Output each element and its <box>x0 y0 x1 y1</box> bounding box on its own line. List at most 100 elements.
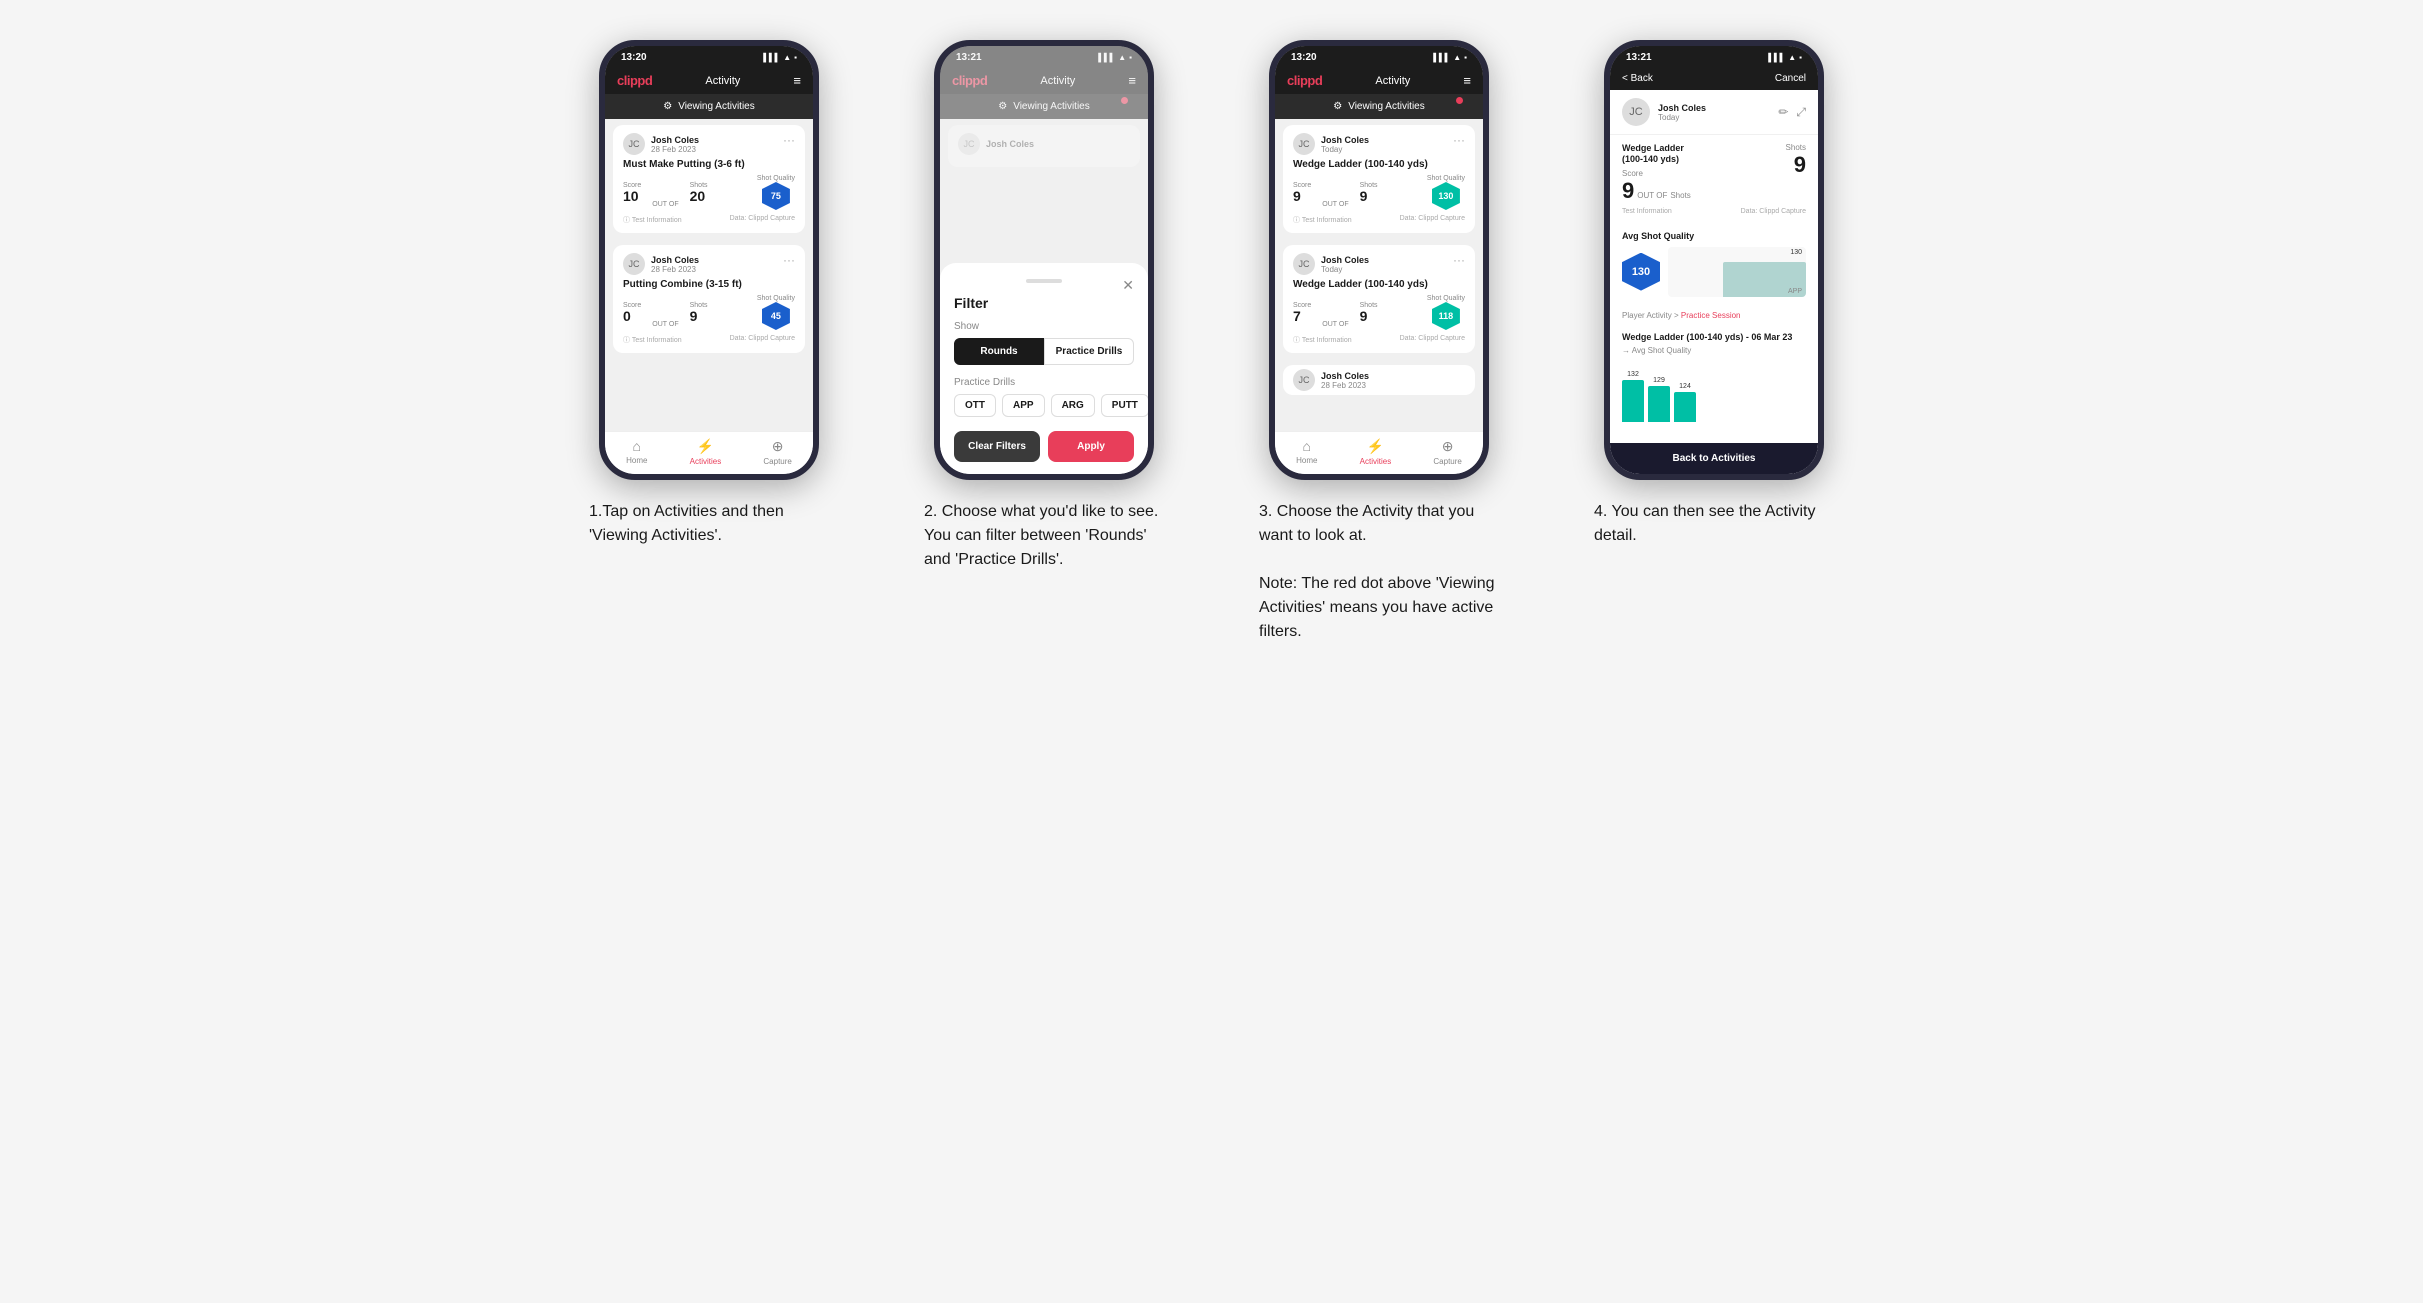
viewing-bar-3[interactable]: ⚙ Viewing Activities <box>1275 94 1483 119</box>
bar-val-2: 129 <box>1653 377 1665 384</box>
viewing-bar-1[interactable]: ⚙ Viewing Activities <box>605 94 813 119</box>
arg-button[interactable]: ARG <box>1051 394 1095 417</box>
status-bar-3: 13:20 ▌▌▌ ▲ ▪ <box>1275 46 1483 67</box>
avatar-3b: JC <box>1293 253 1315 275</box>
viewing-label-1: Viewing Activities <box>678 101 755 112</box>
modal-close-button[interactable]: ✕ <box>1122 277 1134 294</box>
shots-value-2: 9 <box>690 309 708 323</box>
score-value-2: 0 <box>623 309 641 323</box>
stats-row-2: Score 0 OUT OF Shots 9 Shot Quality 45 <box>623 295 795 330</box>
practice-drills-toggle[interactable]: Practice Drills <box>1044 338 1134 365</box>
activities-icon-1: ⚡ <box>697 438 714 455</box>
user-info-3c: JC Josh Coles 28 Feb 2023 <box>1293 369 1369 391</box>
ott-button[interactable]: OTT <box>954 394 996 417</box>
cancel-button[interactable]: Cancel <box>1775 73 1806 84</box>
clear-filters-button[interactable]: Clear Filters <box>954 431 1040 462</box>
player-activity-label: Player Activity > Practice Session <box>1622 311 1806 320</box>
stat-score-3b: Score 7 <box>1293 302 1311 323</box>
detail-action-icons: ✏ ⤢ <box>1778 105 1806 120</box>
hamburger-menu-3[interactable]: ≡ <box>1463 73 1471 88</box>
nav-capture-3[interactable]: ⊕ Capture <box>1433 438 1461 466</box>
modal-handle <box>1026 279 1062 283</box>
filter-icon-3: ⚙ <box>1333 101 1342 112</box>
status-time-1: 13:20 <box>621 52 647 63</box>
edit-icon[interactable]: ✏ <box>1778 105 1788 120</box>
nav-activities-3[interactable]: ⚡ Activities <box>1360 438 1392 466</box>
card-header-1: JC Josh Coles 28 Feb 2023 ··· <box>623 133 795 155</box>
detail-shots-label: Shots <box>1670 191 1690 200</box>
activity-card-1[interactable]: JC Josh Coles 28 Feb 2023 ··· Must Make … <box>613 125 805 233</box>
app-title-3: Activity <box>1375 75 1410 87</box>
activities-label-3: Activities <box>1360 457 1392 466</box>
out-of-1: OUT OF <box>652 201 678 210</box>
more-dots-3a[interactable]: ··· <box>1453 133 1465 147</box>
detail-user-info: JC Josh Coles Today <box>1622 98 1706 126</box>
detail-info-row: Test Information Data: Clippd Capture <box>1622 208 1806 215</box>
back-to-activities-button[interactable]: Back to Activities <box>1610 443 1818 474</box>
phone-1: 13:20 ▌▌▌ ▲ ▪ clippd Activity ≡ ⚙ View <box>599 40 819 480</box>
nav-activities-1[interactable]: ⚡ Activities <box>690 438 722 466</box>
stat-group-score-2: Score 0 <box>623 302 641 323</box>
stat-score-3a: Score 9 <box>1293 182 1311 203</box>
drill-name-3b: Wedge Ladder (100-140 yds) <box>1293 279 1465 290</box>
stat-group-score-1: Score 10 <box>623 182 641 203</box>
stat-group-shots-1: Shots 20 <box>690 182 708 203</box>
wifi-icon: ▲ <box>783 53 791 62</box>
battery-icon-3: ▪ <box>1464 53 1467 62</box>
home-label-1: Home <box>626 456 647 465</box>
more-dots-1[interactable]: ··· <box>783 133 795 147</box>
caption-1: 1.Tap on Activities and then 'Viewing Ac… <box>589 500 829 548</box>
dimmed-card-header-2: JC Josh Coles <box>958 133 1130 155</box>
shots-val-3b: 9 <box>1360 309 1378 323</box>
avatar-3c: JC <box>1293 369 1315 391</box>
nav-capture-1[interactable]: ⊕ Capture <box>763 438 791 466</box>
wifi-icon-3: ▲ <box>1453 53 1461 62</box>
avg-hexagon: 130 <box>1622 253 1660 291</box>
putt-button[interactable]: PUTT <box>1101 394 1148 417</box>
bar-2 <box>1648 386 1670 422</box>
app-logo-2: clippd <box>952 73 987 88</box>
user-info-3a: JC Josh Coles Today <box>1293 133 1369 155</box>
more-dots-3b[interactable]: ··· <box>1453 253 1465 267</box>
user-date-3b: Today <box>1321 265 1369 274</box>
status-time-3: 13:20 <box>1291 52 1317 63</box>
data-source-3a: Data: Clippd Capture <box>1400 215 1465 225</box>
nav-home-1[interactable]: ⌂ Home <box>626 438 647 466</box>
detail-score-section: Wedge Ladder(100-140 yds) Score 9 OUT OF… <box>1610 135 1818 223</box>
viewing-bar-2[interactable]: ⚙ Viewing Activities <box>940 94 1148 119</box>
phone-content-1: JC Josh Coles 28 Feb 2023 ··· Must Make … <box>605 119 813 431</box>
fullscreen-icon[interactable]: ⤢ <box>1796 105 1806 120</box>
activity-card-2[interactable]: JC Josh Coles 28 Feb 2023 ··· Putting Co… <box>613 245 805 353</box>
more-dots-2[interactable]: ··· <box>783 253 795 267</box>
status-bar-1: 13:20 ▌▌▌ ▲ ▪ <box>605 46 813 67</box>
activity-card-3a[interactable]: JC Josh Coles Today ··· Wedge Ladder (10… <box>1283 125 1475 233</box>
filter-modal: ✕ Filter Show Rounds Practice Drills Pra… <box>940 263 1148 474</box>
activity-card-3b[interactable]: JC Josh Coles Today ··· Wedge Ladder (10… <box>1283 245 1475 353</box>
nav-home-3[interactable]: ⌂ Home <box>1296 438 1317 466</box>
activity-card-3c[interactable]: JC Josh Coles 28 Feb 2023 <box>1283 365 1475 395</box>
rounds-toggle[interactable]: Rounds <box>954 338 1044 365</box>
stats-row-3a: Score 9 OUT OF Shots 9 Shot Quality 130 <box>1293 175 1465 210</box>
viewing-label-2: Viewing Activities <box>1013 101 1090 112</box>
hamburger-menu-2[interactable]: ≡ <box>1128 73 1136 88</box>
filter-icon-2: ⚙ <box>998 101 1007 112</box>
avg-row: 130 130 APP <box>1622 247 1806 297</box>
filter-icon-1: ⚙ <box>663 101 672 112</box>
capture-icon-3: ⊕ <box>1442 438 1454 455</box>
detail-shots-title: Shots <box>1786 143 1806 152</box>
stat-group-shots-2: Shots 9 <box>690 302 708 323</box>
detail-test-info: Test Information <box>1622 208 1672 215</box>
out-of-2: OUT OF <box>652 321 678 330</box>
caption-4: 4. You can then see the Activity detail. <box>1594 500 1834 548</box>
back-button[interactable]: < Back <box>1622 73 1653 84</box>
status-icons-4: ▌▌▌ ▲ ▪ <box>1768 53 1802 62</box>
dimmed-user-info-2: JC Josh Coles <box>958 133 1034 155</box>
step-2-column: 13:21 ▌▌▌ ▲ ▪ clippd Activity ≡ ⚙ <box>897 40 1192 644</box>
apply-button[interactable]: Apply <box>1048 431 1134 462</box>
bottom-nav-3: ⌂ Home ⚡ Activities ⊕ Capture <box>1275 431 1483 474</box>
app-header-3: clippd Activity ≡ <box>1275 67 1483 94</box>
phone-2: 13:21 ▌▌▌ ▲ ▪ clippd Activity ≡ ⚙ <box>934 40 1154 480</box>
bar-chart: 132 129 124 <box>1622 361 1806 426</box>
app-button[interactable]: APP <box>1002 394 1045 417</box>
hamburger-menu-1[interactable]: ≡ <box>793 73 801 88</box>
